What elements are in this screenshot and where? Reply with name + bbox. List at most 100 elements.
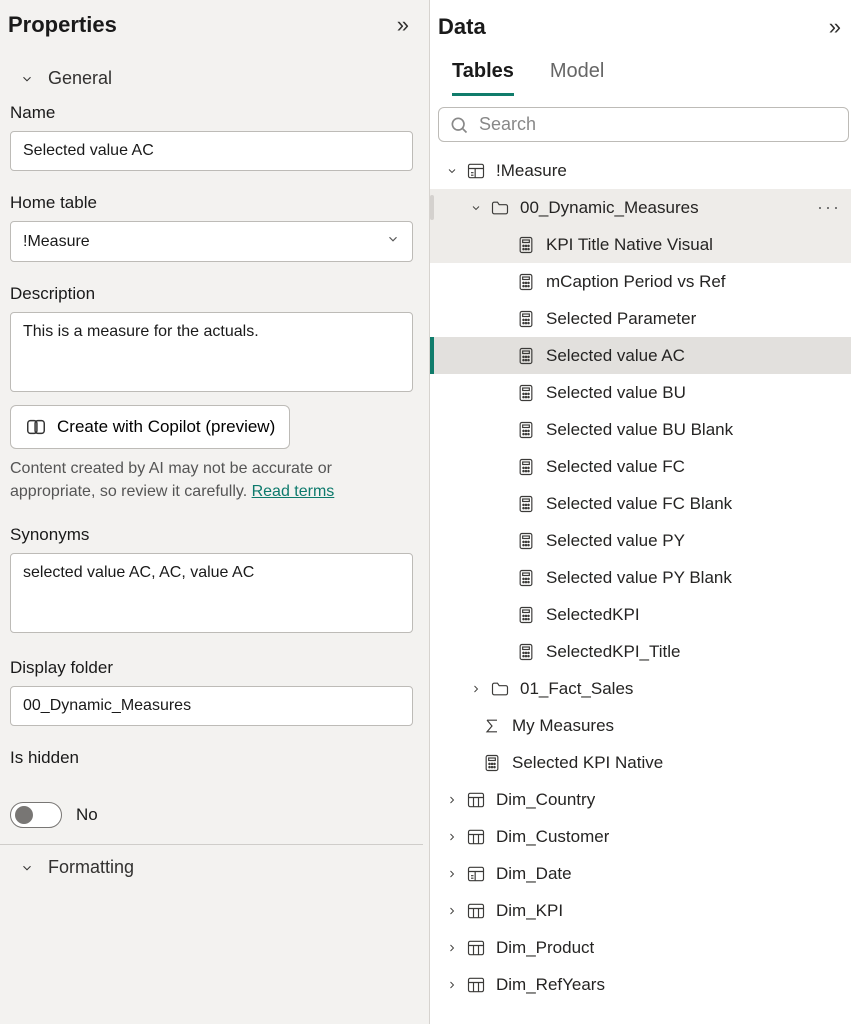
tree-measure[interactable]: SelectedKPI [430, 596, 851, 633]
folder-icon [490, 198, 510, 218]
tree-label: Selected value PY [546, 531, 685, 551]
calculator-icon [516, 272, 536, 292]
tree-label: Selected value FC Blank [546, 494, 732, 514]
synonyms-textarea[interactable] [10, 553, 413, 633]
tree-table[interactable]: Dim_RefYears [430, 966, 851, 1003]
tree-label: My Measures [512, 716, 614, 736]
ai-disclaimer: Content created by AI may not be accurat… [10, 457, 413, 503]
tree-measure[interactable]: Selected value PY Blank [430, 559, 851, 596]
tree-label: Selected KPI Native [512, 753, 663, 773]
properties-collapse-icon[interactable]: » [393, 12, 413, 38]
search-icon [449, 115, 469, 135]
tree-table[interactable]: Dim_KPI [430, 892, 851, 929]
tree-label: 00_Dynamic_Measures [520, 198, 699, 218]
tree-folder-dynamic[interactable]: 00_Dynamic_Measures ··· [430, 189, 851, 226]
data-panel: Data » Tables Model Search !Measure 00_D… [430, 0, 857, 1024]
tree-label: 01_Fact_Sales [520, 679, 633, 699]
field-name: Name [0, 103, 423, 193]
calculator-icon [516, 346, 536, 366]
tree-table-measure[interactable]: !Measure [430, 152, 851, 189]
section-label: Formatting [48, 857, 134, 878]
table-icon [466, 901, 486, 921]
chevron-right-icon [444, 940, 460, 956]
is-hidden-label: Is hidden [10, 748, 413, 768]
display-folder-label: Display folder [10, 658, 413, 678]
calculator-icon [482, 753, 502, 773]
tree-label: Dim_Customer [496, 827, 609, 847]
tree-label: SelectedKPI_Title [546, 642, 681, 662]
table-icon [466, 827, 486, 847]
display-folder-input[interactable] [10, 686, 413, 726]
tree-label: Dim_Product [496, 938, 594, 958]
tree-table[interactable]: Dim_Product [430, 929, 851, 966]
calculator-icon [516, 642, 536, 662]
tree-measure[interactable]: Selected value PY [430, 522, 851, 559]
calculator-icon [516, 235, 536, 255]
tree-label: Selected value AC [546, 346, 685, 366]
tree-measure[interactable]: Selected KPI Native [430, 744, 851, 781]
tree-measure-selected[interactable]: Selected value AC [430, 337, 851, 374]
chevron-right-icon [444, 829, 460, 845]
create-with-copilot-button[interactable]: Create with Copilot (preview) [10, 405, 290, 449]
is-hidden-toggle[interactable] [10, 802, 62, 828]
chevron-down-icon [386, 232, 400, 251]
chevron-right-icon [444, 977, 460, 993]
calculator-icon [516, 457, 536, 477]
copilot-button-label: Create with Copilot (preview) [57, 417, 275, 437]
search-input[interactable]: Search [438, 107, 849, 142]
description-textarea[interactable] [10, 312, 413, 392]
chevron-down-icon [468, 200, 484, 216]
calculator-icon [516, 383, 536, 403]
tree-folder-fact[interactable]: 01_Fact_Sales [430, 670, 851, 707]
tab-tables[interactable]: Tables [452, 60, 514, 96]
more-options-icon[interactable]: ··· [817, 197, 841, 218]
tree-label: Dim_KPI [496, 901, 563, 921]
tree-label: Dim_Country [496, 790, 595, 810]
table-icon [466, 975, 486, 995]
measure-table-icon [466, 161, 486, 181]
section-general[interactable]: General [0, 56, 423, 103]
table-icon [466, 790, 486, 810]
date-table-icon [466, 864, 486, 884]
field-display-folder: Display folder [0, 658, 423, 748]
synonyms-label: Synonyms [10, 525, 413, 545]
data-collapse-icon[interactable]: » [825, 14, 845, 40]
calculator-icon [516, 309, 536, 329]
search-placeholder: Search [479, 114, 536, 135]
read-terms-link[interactable]: Read terms [252, 483, 335, 500]
home-table-select[interactable]: !Measure [10, 221, 413, 262]
chevron-right-icon [444, 792, 460, 808]
tree-table[interactable]: Dim_Country [430, 781, 851, 818]
tree-measure[interactable]: Selected value BU Blank [430, 411, 851, 448]
tree-measure[interactable]: Selected Parameter [430, 300, 851, 337]
copilot-icon [25, 416, 47, 438]
calculator-icon [516, 494, 536, 514]
tree-label: Selected value PY Blank [546, 568, 732, 588]
tree-table[interactable]: Dim_Customer [430, 818, 851, 855]
field-is-hidden: Is hidden [0, 748, 423, 798]
description-label: Description [10, 284, 413, 304]
sigma-icon [482, 716, 502, 736]
tree-table[interactable]: Dim_Date [430, 855, 851, 892]
tree-measure[interactable]: Selected value BU [430, 374, 851, 411]
name-label: Name [10, 103, 413, 123]
tree-measure[interactable]: Selected value FC [430, 448, 851, 485]
properties-header: Properties » [0, 0, 423, 56]
tree-my-measures[interactable]: My Measures [430, 707, 851, 744]
tree-measure[interactable]: Selected value FC Blank [430, 485, 851, 522]
calculator-icon [516, 568, 536, 588]
tree-label: SelectedKPI [546, 605, 640, 625]
chevron-down-icon [20, 72, 34, 86]
section-formatting[interactable]: Formatting [0, 844, 423, 892]
tab-model[interactable]: Model [550, 60, 604, 95]
tree-measure[interactable]: KPI Title Native Visual [430, 226, 851, 263]
home-table-label: Home table [10, 193, 413, 213]
tree-measure[interactable]: mCaption Period vs Ref [430, 263, 851, 300]
tree-label: Dim_RefYears [496, 975, 605, 995]
tree-measure[interactable]: SelectedKPI_Title [430, 633, 851, 670]
data-tree: !Measure 00_Dynamic_Measures ··· KPI Tit… [430, 152, 857, 1024]
home-table-value: !Measure [23, 233, 90, 251]
name-input[interactable] [10, 131, 413, 171]
tree-label: Selected Parameter [546, 309, 696, 329]
properties-title: Properties [8, 12, 117, 38]
